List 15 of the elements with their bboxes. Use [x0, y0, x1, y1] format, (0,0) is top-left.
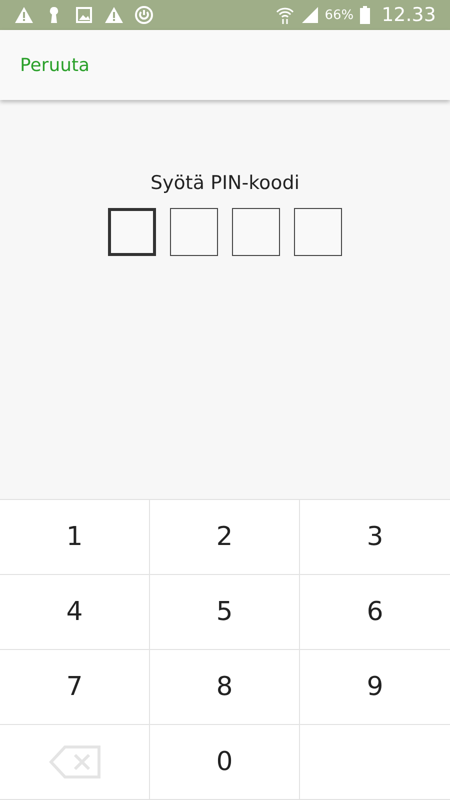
warning-icon — [14, 5, 34, 25]
wifi-icon — [274, 5, 295, 25]
clock: 12.33 — [382, 4, 436, 26]
pin-digit-field[interactable] — [294, 208, 342, 256]
pin-digit-field[interactable] — [170, 208, 218, 256]
pin-digit-field[interactable] — [108, 208, 156, 256]
warning-icon — [104, 5, 124, 25]
battery-icon — [358, 5, 371, 25]
power-circle-icon — [134, 5, 154, 25]
image-icon — [74, 5, 94, 25]
backspace-icon — [48, 745, 100, 779]
pin-digit-field[interactable] — [232, 208, 280, 256]
battery-percent: 66% — [324, 8, 354, 22]
signal-icon — [300, 5, 320, 25]
pin-prompt: Syötä PIN-koodi — [150, 172, 300, 194]
